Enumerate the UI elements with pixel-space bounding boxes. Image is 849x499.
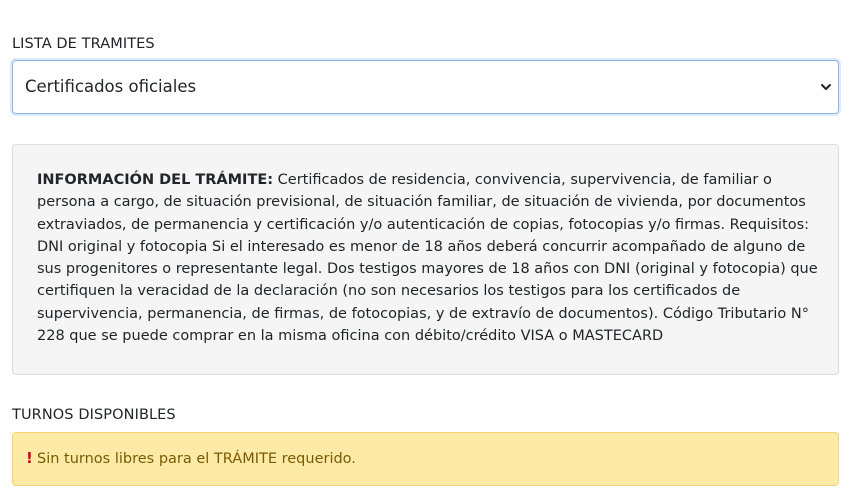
turnos-label: TURNOS DISPONIBLES bbox=[12, 407, 176, 423]
tramites-select-value: Certificados oficiales bbox=[25, 77, 197, 96]
tramite-info-heading: INFORMACIÓN DEL TRÁMITE: bbox=[37, 172, 274, 188]
exclamation-icon: ! bbox=[26, 449, 33, 467]
tramites-label: LISTA DE TRAMITES bbox=[12, 36, 155, 52]
no-turnos-alert-text: Sin turnos libres para el TRÁMITE requer… bbox=[37, 451, 356, 467]
tramite-info-text: INFORMACIÓN DEL TRÁMITE: Certificados de… bbox=[37, 169, 821, 347]
tramite-info-body: Certificados de residencia, convivencia,… bbox=[37, 172, 818, 345]
tramite-info-panel: INFORMACIÓN DEL TRÁMITE: Certificados de… bbox=[12, 144, 839, 375]
page: LISTA DE TRAMITES Certificados oficiales… bbox=[0, 0, 849, 499]
chevron-down-icon bbox=[821, 84, 831, 90]
tramites-select[interactable]: Certificados oficiales bbox=[12, 60, 839, 114]
no-turnos-alert: ! Sin turnos libres para el TRÁMITE requ… bbox=[12, 432, 839, 486]
